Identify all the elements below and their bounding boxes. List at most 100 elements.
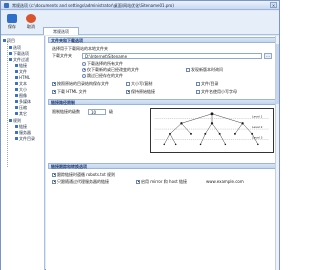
page-icon xyxy=(15,125,18,128)
checkbox-label: 按照原始的目录结构保存文件 xyxy=(57,81,109,86)
cancel-button[interactable]: 取消 xyxy=(22,13,40,32)
checkbox-label: 保持原始链接 xyxy=(131,89,155,94)
tree-item-file-dir[interactable]: 文件目录 xyxy=(15,136,35,141)
tree-item-label: 项目 xyxy=(7,38,15,43)
level-2-label: Level 2 xyxy=(252,125,262,129)
depth-unit: 级 xyxy=(109,109,113,114)
section-header-level: 链接路径限制 xyxy=(48,99,277,105)
page-icon xyxy=(15,64,18,67)
title-bar: 常规选项 (c:\documents and settings\administ… xyxy=(1,1,279,10)
checkbox xyxy=(52,172,56,177)
tree-item-label: HTML xyxy=(19,75,31,80)
folder-icon xyxy=(9,119,12,122)
checkbox xyxy=(126,81,130,86)
tree-item-text[interactable]: 文本 xyxy=(15,81,27,86)
checkbox xyxy=(52,179,56,184)
tree-item-label: 下载选项 xyxy=(13,51,29,56)
folder-icon xyxy=(3,39,6,42)
tree-item-server[interactable]: 服务器 xyxy=(15,130,31,135)
tree-item-label: 文本 xyxy=(19,81,27,86)
checkbox-label: 发现新版本时询问 xyxy=(191,67,223,72)
tree-item-file-filter[interactable]: 文件过滤 xyxy=(9,57,29,62)
tree-item-label: 链接 xyxy=(19,63,27,68)
radio-dot xyxy=(82,67,86,72)
tree-item-label: 压缩 xyxy=(19,105,27,110)
checkbox xyxy=(196,81,200,86)
radio-overwrite[interactable]: 仅下载新的或已经改变的文件 xyxy=(82,67,139,72)
tree-item-compressed[interactable]: 压缩 xyxy=(15,105,27,110)
save-icon xyxy=(7,14,17,23)
checkbox-label: 文件名使用小写字母 xyxy=(201,89,237,94)
tree-item-options[interactable]: 选项 xyxy=(9,45,21,50)
tree-item-label: 文件 xyxy=(19,69,27,74)
section-header-links: 链接跟踪和转换选项 xyxy=(48,163,277,169)
check-file[interactable]: 文件/目录 xyxy=(196,81,218,86)
checkbox xyxy=(186,67,190,72)
browse-button[interactable]: ... xyxy=(264,53,272,59)
level-diagram: Level 1 Level 2 Level 3 xyxy=(150,108,274,153)
tree-item-label: 文件目录 xyxy=(19,136,35,141)
tree-item-project[interactable]: 项目 xyxy=(3,38,15,43)
check-robots[interactable]: 跟踪链接时遵循 robots.txt 规则 xyxy=(52,172,115,177)
check-lowercase[interactable]: 文件名使用小写字母 xyxy=(196,89,237,94)
download-folder-input[interactable]: D:\Internet\Sitename xyxy=(82,53,262,59)
check-create-dirs[interactable]: 按照原始的目录结构保存文件 xyxy=(52,81,109,86)
tree-item-images[interactable]: 图像 xyxy=(15,93,27,98)
page-icon xyxy=(15,94,18,97)
checkbox-label: 只跟随通过代理服务器的链接 xyxy=(57,179,109,184)
checkbox-label: 文件/目录 xyxy=(201,81,219,86)
check-mirror-links[interactable]: 启用 mirror 和 host 链接 xyxy=(136,179,187,184)
options-tree: 项目 选项 下载选项 文件过滤 链接 文件 HTML 文本 大小 图像 多媒体 … xyxy=(1,36,45,270)
radio-skip[interactable]: 跳过已经存在的文件 xyxy=(82,73,123,78)
checkbox xyxy=(52,81,56,86)
tree-item-rules[interactable]: 规则 xyxy=(9,118,21,123)
download-desc: 选择用于下载网站的本地文件夹 xyxy=(52,46,108,51)
options-window: 常规选项 (c:\documents and settings\administ… xyxy=(0,0,280,270)
other-domain: www.example.com xyxy=(206,179,244,184)
tree-item-html[interactable]: HTML xyxy=(15,75,30,80)
folder-icon xyxy=(9,52,12,55)
checkbox-label: 跟踪链接时遵循 robots.txt 规则 xyxy=(57,172,115,177)
check-follow-links[interactable]: 保持原始链接 xyxy=(126,89,155,94)
depth-spinner[interactable]: 10 xyxy=(88,109,106,115)
window-title: 常规选项 (c:\documents and settings\administ… xyxy=(12,3,174,8)
page-icon xyxy=(15,70,18,73)
toolbar: 保存 取消 常规选项 xyxy=(1,11,279,35)
save-button[interactable]: 保存 xyxy=(3,13,21,32)
section-header-download: 文件夹和下载选项 xyxy=(48,37,277,43)
checkbox-label: 下载 HTML 文件 xyxy=(57,89,87,94)
tree-item-rule-links[interactable]: 链接 xyxy=(15,124,27,129)
options-content: 文件夹和下载选项 选择用于下载网站的本地文件夹 下载文件夹 D:\Interne… xyxy=(46,36,279,270)
tree-item-other[interactable]: 其它 xyxy=(15,111,27,116)
depth-label: 限制链接的级数 xyxy=(52,109,80,114)
radio-label: 跳过已经存在的文件 xyxy=(87,73,123,78)
page-icon xyxy=(15,82,18,85)
check-proxy-links[interactable]: 只跟随通过代理服务器的链接 xyxy=(52,179,109,184)
radio-dot xyxy=(82,73,86,78)
tree-item-multimedia[interactable]: 多媒体 xyxy=(15,99,31,104)
save-label: 保存 xyxy=(8,24,16,29)
tab-general-options[interactable]: 常规选项 xyxy=(43,27,79,35)
checkbox xyxy=(126,89,130,94)
level-3-label: Level 3 xyxy=(252,136,262,140)
radio-download-all[interactable]: 下载选择的所有文件 xyxy=(82,61,123,66)
checkbox-label: 启用 mirror 和 host 链接 xyxy=(141,179,187,184)
tree-item-download-options[interactable]: 下载选项 xyxy=(9,51,29,56)
tree-item-files[interactable]: 文件 xyxy=(15,69,27,74)
close-button[interactable]: × xyxy=(270,2,277,8)
radio-label: 下载选择的所有文件 xyxy=(87,61,123,66)
content-scrollbar[interactable] xyxy=(275,36,279,270)
tree-item-size[interactable]: 大小 xyxy=(15,87,27,92)
check-download-html[interactable]: 下载 HTML 文件 xyxy=(52,89,87,94)
check-case[interactable]: 大小写/复制 xyxy=(126,81,152,86)
tree-item-label: 多媒体 xyxy=(19,99,31,104)
page-icon xyxy=(15,137,18,140)
scrollbar-thumb[interactable] xyxy=(276,44,279,104)
level-1-label: Level 1 xyxy=(252,115,262,119)
cancel-label: 取消 xyxy=(27,24,35,29)
check-ask[interactable]: 发现新版本时询问 xyxy=(186,67,223,72)
tree-item-label: 服务器 xyxy=(19,130,31,135)
page-icon xyxy=(15,112,18,115)
tree-item-links[interactable]: 链接 xyxy=(15,63,27,68)
cancel-icon xyxy=(26,14,36,23)
